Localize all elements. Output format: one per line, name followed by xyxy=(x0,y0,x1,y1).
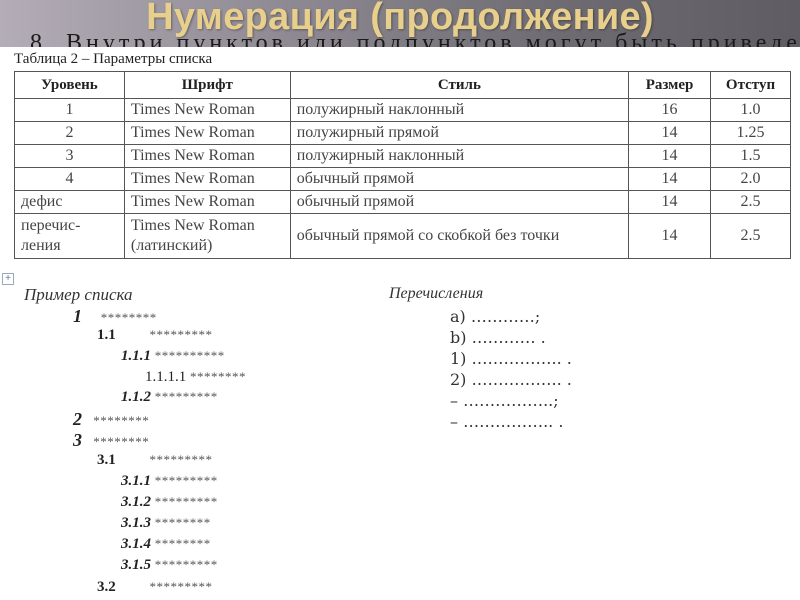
size-cell: 14 xyxy=(628,190,712,214)
indent-cell: 1.5 xyxy=(710,144,791,168)
enumeration-item: 2) …………….. . xyxy=(450,370,572,389)
size-cell: 16 xyxy=(628,98,712,122)
level-cell: дефис xyxy=(14,190,125,214)
enumeration-item: b) ………… . xyxy=(450,328,546,347)
font-cell: Times New Roman xyxy=(123,167,291,191)
list-item: 1.1 ********* xyxy=(97,327,213,343)
list-item: 1.1.2 ********* xyxy=(121,389,218,405)
slide-header: 8. Внутри пунктов или подпунктов могут б… xyxy=(0,0,800,48)
list-item: 3.1.3 ******** xyxy=(121,515,211,531)
table-row: дефис Times New Roman обычный прямой 14 … xyxy=(14,190,791,214)
font-cell: Times New Roman xyxy=(123,121,291,145)
size-cell: 14 xyxy=(628,167,712,191)
column-header: Размер xyxy=(628,71,712,99)
list-item: 3.1.1 ********* xyxy=(121,473,218,489)
enumeration-item: a) …………; xyxy=(450,307,541,326)
level-cell: 3 xyxy=(14,144,125,168)
table-move-handle-icon[interactable]: + xyxy=(2,273,14,285)
size-cell: 14 xyxy=(628,121,712,145)
list-item: 3 ******** xyxy=(73,430,150,450)
level-cell: 4 xyxy=(14,167,125,191)
enumerations-title: Перечисления xyxy=(389,285,484,302)
list-item: 3.1.5 ********* xyxy=(121,557,218,573)
list-item: 3.2 ********* xyxy=(97,579,213,595)
list-item: 3.1 ********* xyxy=(97,452,213,468)
table-row: 4 Times New Roman обычный прямой 14 2.0 xyxy=(14,167,791,191)
font-cell: Times New Roman xyxy=(123,98,291,122)
level-cell: 1 xyxy=(14,98,125,122)
indent-cell: 1.25 xyxy=(710,121,791,145)
document-page: Таблица 2 – Параметры списка Уровень Шри… xyxy=(0,47,800,600)
font-cell: Times New Roman (латинский) xyxy=(123,213,291,259)
style-cell: обычный прямой xyxy=(289,167,630,191)
font-cell: Times New Roman xyxy=(123,144,291,168)
slide-title: Нумерация (продолжение) xyxy=(146,0,654,38)
column-header: Стиль xyxy=(289,71,630,99)
table-header-row: Уровень Шрифт Стиль Размер Отступ xyxy=(14,71,791,99)
size-cell: 14 xyxy=(628,144,712,168)
column-header: Шрифт xyxy=(123,71,291,99)
level-cell: 2 xyxy=(14,121,125,145)
table-row: 3 Times New Roman полужирный наклонный 1… xyxy=(14,144,791,168)
list-item: 2 ******** xyxy=(73,409,150,429)
enumeration-item: – …………….. . xyxy=(450,412,564,431)
list-item: 3.1.2 ********* xyxy=(121,494,218,510)
example-list-title: Пример списка xyxy=(24,285,133,304)
table-row: 1 Times New Roman полужирный наклонный 1… xyxy=(14,98,791,122)
table-caption: Таблица 2 – Параметры списка xyxy=(14,51,213,67)
list-item: 1.1.1 ********** xyxy=(121,348,225,364)
list-item: 3.1.4 ******** xyxy=(121,536,211,552)
column-header: Отступ xyxy=(710,71,791,99)
indent-cell: 2.0 xyxy=(710,167,791,191)
style-cell: полужирный наклонный xyxy=(289,98,630,122)
column-header: Уровень xyxy=(14,71,125,99)
indent-cell: 1.0 xyxy=(710,98,791,122)
enumeration-item: 1) …………….. . xyxy=(450,349,572,368)
style-cell: обычный прямой xyxy=(289,190,630,214)
size-cell: 14 xyxy=(628,213,712,259)
list-item: 1 ******** xyxy=(73,306,157,326)
font-cell: Times New Roman xyxy=(123,190,291,214)
level-cell: перечис- ления xyxy=(14,213,125,259)
list-item: 1.1.1.1 ******** xyxy=(145,369,246,385)
style-cell: полужирный прямой xyxy=(289,121,630,145)
table-row: перечис- ления Times New Roman (латински… xyxy=(14,213,791,259)
enumeration-item: – ……………..; xyxy=(450,391,559,410)
list-parameters-table: Уровень Шрифт Стиль Размер Отступ 1 Time… xyxy=(14,71,791,259)
table-row: 2 Times New Roman полужирный прямой 14 1… xyxy=(14,121,791,145)
indent-cell: 2.5 xyxy=(710,213,791,259)
style-cell: обычный прямой со скобкой без точки xyxy=(289,213,630,259)
indent-cell: 2.5 xyxy=(710,190,791,214)
style-cell: полужирный наклонный xyxy=(289,144,630,168)
